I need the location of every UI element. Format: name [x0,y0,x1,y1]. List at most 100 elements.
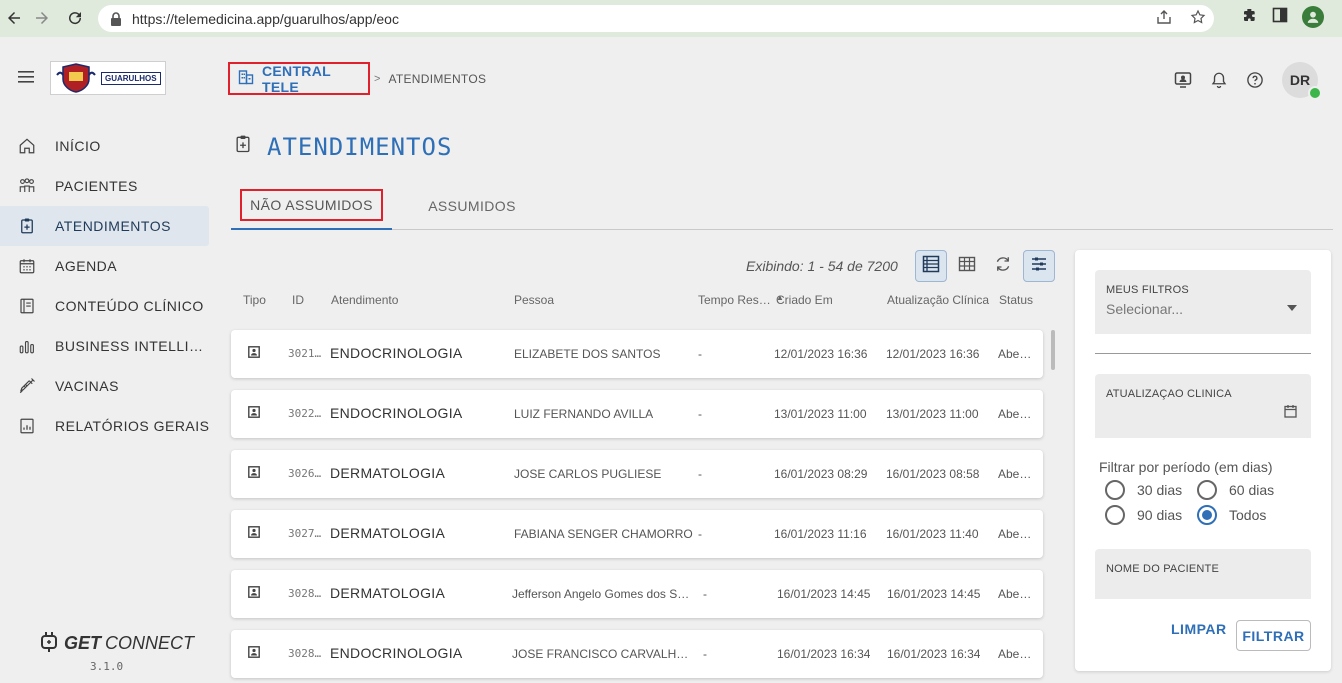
clinical-update-date-field[interactable]: ATUALIZAÇAO CLINICA [1095,374,1311,438]
sidebar-item-inicio[interactable]: INÍCIO [0,126,220,166]
patient-name-label: NOME DO PACIENTE [1106,563,1220,575]
row-atendimento: ENDOCRINOLOGIA [330,405,463,421]
refresh-icon [994,255,1012,278]
sort-ascending-icon: ▲ [776,293,784,302]
row-status: Aber… [998,587,1034,601]
clipboard-plus-icon [18,217,36,235]
star-icon[interactable] [1190,9,1206,28]
tab-nao-assumidos[interactable]: NÃO ASSUMIDOS [231,182,392,230]
row-atualizacao: 13/01/2023 11:00 [886,407,979,421]
clear-filters-button[interactable]: LIMPAR [1171,621,1227,637]
sidebar-item-label: VACINAS [55,378,119,394]
page-title: ATENDIMENTOS [233,132,452,161]
row-tempo: - [703,587,707,601]
book-icon [18,297,36,315]
syringe-icon [18,377,36,395]
sidebar-item-agenda[interactable]: AGENDA [0,246,220,286]
extensions-puzzle-icon[interactable] [1242,7,1258,28]
radio-button [1105,480,1125,500]
tab-label: NÃO ASSUMIDOS [240,189,383,221]
table-row[interactable]: 3027… DERMATOLOGIA FABIANA SENGER CHAMOR… [231,510,1043,558]
browser-toolbar: https://telemedicina.app/guarulhos/app/e… [0,0,1342,37]
row-pessoa: FABIANA SENGER CHAMORRO [514,527,693,541]
filter-divider [1095,353,1311,354]
filter-panel: MEUS FILTROS Selecionar... ATUALIZAÇAO C… [1075,250,1331,671]
getconnect-logo: GET CONNECT [40,630,194,657]
radio-todos[interactable]: Todos [1197,505,1266,525]
grid-view-button[interactable] [951,250,983,282]
table-row[interactable]: 3021… ENDOCRINOLOGIA ELIZABETE DOS SANTO… [231,330,1043,378]
radio-90-dias[interactable]: 90 dias [1105,505,1182,525]
radio-60-dias[interactable]: 60 dias [1197,480,1274,500]
tab-assumidos[interactable]: ASSUMIDOS [392,182,552,230]
row-atualizacao: 16/01/2023 14:45 [887,587,981,601]
my-filters-select[interactable]: MEUS FILTROS Selecionar... [1095,270,1311,334]
refresh-button[interactable] [987,250,1019,282]
sidebar-item-relatorios-gerais[interactable]: RELATÓRIOS GERAIS [0,406,220,446]
column-header-status[interactable]: Status [999,293,1033,307]
patient-name-field[interactable]: NOME DO PACIENTE [1095,549,1311,599]
row-id: 3021… [288,347,322,360]
radio-label: 90 dias [1137,507,1183,523]
side-panel-icon[interactable] [1272,7,1288,28]
calendar-icon[interactable] [1284,404,1297,423]
row-atualizacao: 16/01/2023 11:40 [886,527,979,541]
column-header-atendimento[interactable]: Atendimento [331,293,398,307]
video-call-icon[interactable] [1174,71,1192,89]
column-header-atualizacao-clinica[interactable]: Atualização Clínica [887,293,989,307]
bar-chart-icon [18,337,36,355]
help-icon[interactable] [1246,71,1264,89]
browser-profile-icon[interactable] [1302,6,1324,28]
radio-button-selected [1197,505,1217,525]
back-arrow-icon[interactable] [0,4,28,32]
my-filters-placeholder: Selecionar... [1106,301,1184,317]
row-tempo: - [698,527,702,541]
home-icon [18,137,36,155]
city-logo[interactable]: GUARULHOS [50,61,166,95]
online-status-icon [1308,86,1322,100]
period-filter-label: Filtrar por período (em dias) [1099,459,1273,475]
menu-icon[interactable] [18,70,36,89]
sidebar-item-pacientes[interactable]: PACIENTES [0,166,220,206]
sidebar-item-conteudo-clinico[interactable]: CONTEÚDO CLÍNICO [0,286,220,326]
column-header-id[interactable]: ID [292,293,304,307]
row-id: 3026… [288,467,322,480]
filter-toggle-button[interactable] [1023,250,1055,282]
person-card-icon [248,646,260,661]
reload-icon[interactable] [61,4,89,32]
table-row[interactable]: 3028… DERMATOLOGIA Jefferson Angelo Gome… [231,570,1043,618]
sidebar-item-label: ATENDIMENTOS [55,218,171,234]
app-version: 3.1.0 [90,660,124,673]
bell-icon[interactable] [1210,71,1228,89]
table-scrollbar[interactable] [1051,330,1055,370]
breadcrumb-current: ATENDIMENTOS [388,71,487,86]
row-criado: 13/01/2023 11:00 [774,407,867,421]
column-header-pessoa[interactable]: Pessoa [514,293,554,307]
forward-arrow-icon[interactable] [28,4,56,32]
breadcrumb-home-label: CENTRAL TELE [262,62,331,95]
brand-bold: GET [64,633,102,653]
radio-30-dias[interactable]: 30 dias [1105,480,1182,500]
breadcrumb-home-link[interactable]: CENTRAL TELE [228,62,370,95]
sidebar-item-atendimentos[interactable]: ATENDIMENTOS [0,206,209,246]
address-bar[interactable]: https://telemedicina.app/guarulhos/app/e… [98,5,1214,32]
row-pessoa: JOSE CARLOS PUGLIESE [514,467,662,481]
row-status: Aber… [998,407,1034,421]
column-header-tempo-resposta[interactable]: Tempo Res… [698,293,771,307]
coat-of-arms-icon [56,63,96,93]
sidebar-item-vacinas[interactable]: VACINAS [0,366,220,406]
table-row[interactable]: 3026… DERMATOLOGIA JOSE CARLOS PUGLIESE … [231,450,1043,498]
column-header-tipo[interactable]: Tipo [243,293,266,307]
user-avatar[interactable]: DR [1282,62,1322,100]
table-row[interactable]: 3022… ENDOCRINOLOGIA LUIZ FERNANDO AVILL… [231,390,1043,438]
list-view-button[interactable] [915,250,947,282]
table-row[interactable]: 3028… ENDOCRINOLOGIA JOSE FRANCISCO CARV… [231,630,1043,678]
sidebar: INÍCIO PACIENTES ATENDIMENTOS AGENDA CON… [0,126,220,446]
person-card-icon [248,346,260,361]
row-status: Aber… [998,347,1034,361]
row-id: 3022… [288,407,322,420]
share-icon[interactable] [1156,9,1172,28]
results-count: Exibindo: 1 - 54 de 7200 [746,258,898,274]
sidebar-item-business-intelligence[interactable]: BUSINESS INTELLI… [0,326,220,366]
apply-filters-button[interactable]: FILTRAR [1236,620,1311,651]
